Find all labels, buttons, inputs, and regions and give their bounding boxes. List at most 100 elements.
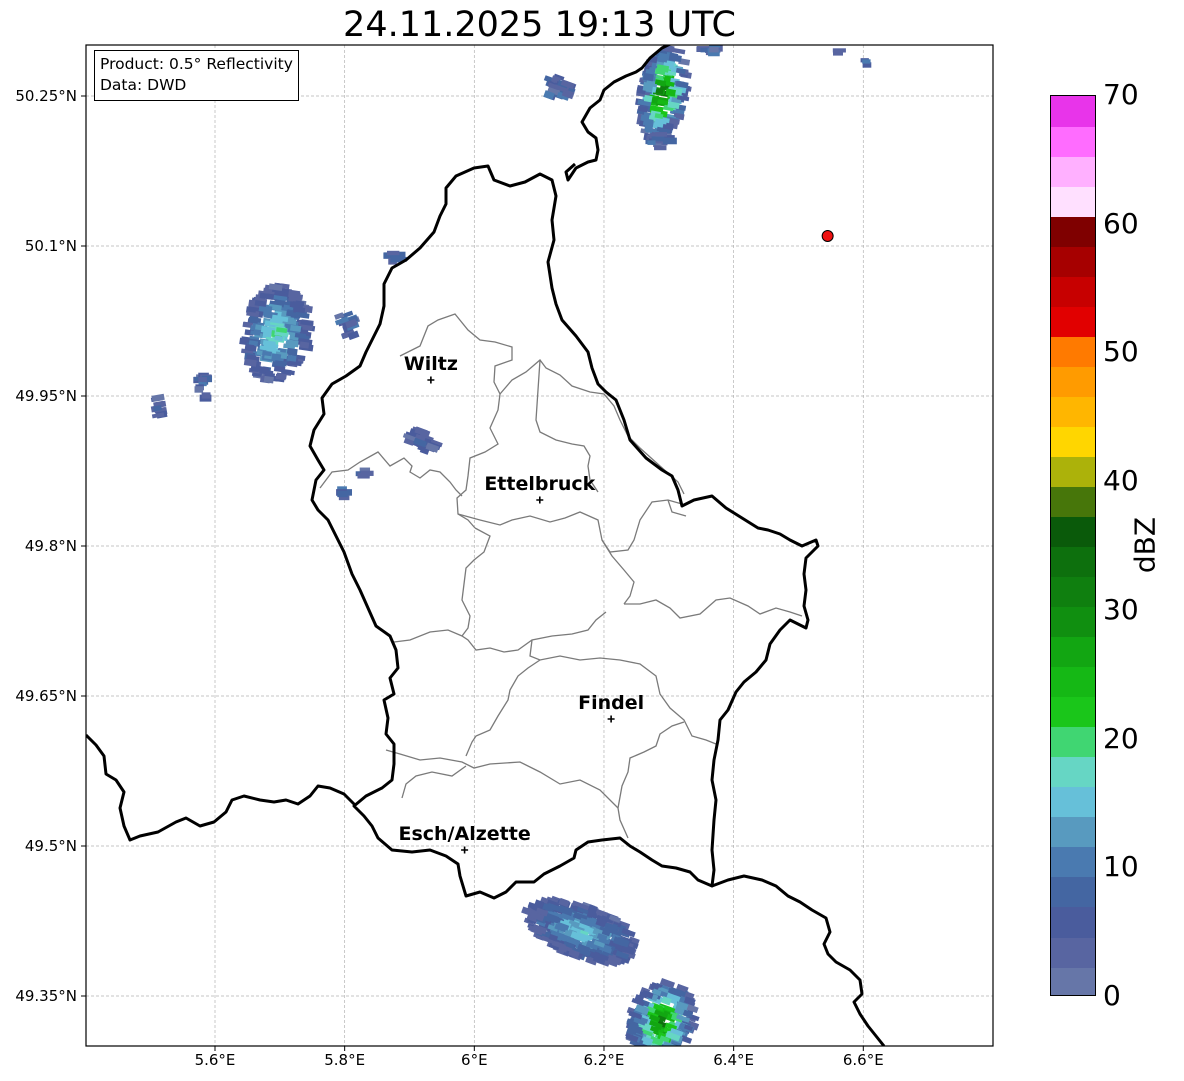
colorbar-tick-label: 30 — [1103, 592, 1139, 626]
city-label: Wiltz — [403, 353, 458, 375]
radar-pixel — [151, 393, 165, 402]
radar-pixel — [655, 132, 667, 137]
city-marker — [427, 376, 435, 384]
product-label: Product: 0.5° Reflectivity — [100, 55, 293, 73]
product-info-box: Product: 0.5° Reflectivity Data: DWD — [94, 50, 299, 101]
radar-pixel — [637, 1050, 649, 1060]
radar-cell — [239, 282, 316, 384]
lat-tick-label: 49.35°N — [15, 987, 77, 1005]
location-marker — [821, 230, 834, 242]
colorbar-band — [1051, 906, 1095, 938]
grid-lines — [86, 45, 993, 1046]
radar-pixel — [667, 1047, 682, 1057]
colorbar-band — [1051, 726, 1095, 758]
radar-cell — [635, 45, 692, 144]
lat-tick-label: 50.1°N — [24, 237, 77, 255]
radar-pixel — [709, 46, 719, 53]
colorbar-label: dBZ — [1128, 516, 1162, 574]
colorbar-band — [1051, 366, 1095, 397]
radar-pixel — [656, 1051, 667, 1060]
plot-frame — [85, 44, 994, 1047]
radar-pixel — [631, 1047, 645, 1058]
radar-pixel — [661, 1045, 677, 1046]
lat-tick-label: 49.65°N — [15, 687, 77, 705]
radar-pixel — [244, 343, 255, 352]
radar-pixel — [657, 1050, 671, 1060]
colorbar-tick-label: 0 — [1103, 979, 1121, 1012]
radar-pixel — [665, 1046, 674, 1054]
radar-pixel — [643, 1055, 654, 1064]
colorbar-band — [1051, 696, 1095, 728]
colorbar-band — [1051, 186, 1095, 217]
radar-pixel — [661, 1050, 671, 1058]
radar-pixel — [194, 386, 204, 393]
city-label: Findel — [578, 692, 645, 714]
colorbar-band — [1051, 666, 1095, 698]
colorbar-tick-label: 60 — [1103, 206, 1139, 240]
colorbar-band — [1051, 786, 1095, 818]
radar-pixel — [662, 137, 677, 145]
city-marker — [607, 715, 615, 723]
radar-pixel — [386, 250, 400, 256]
colorbar-band — [1051, 426, 1095, 457]
radar-pixel — [390, 256, 400, 263]
radar-pixel — [666, 1045, 681, 1046]
colorbar-band — [1051, 576, 1095, 608]
radar-cell — [334, 310, 361, 341]
colorbar-band — [1051, 546, 1095, 578]
radar-echoes — [150, 45, 872, 1064]
radar-pixel — [271, 353, 282, 361]
city-marker — [461, 846, 469, 854]
colorbar-band — [1051, 516, 1095, 548]
colorbar-tick-label: 20 — [1103, 721, 1139, 755]
axis-ticks — [81, 95, 864, 1051]
radar-cell — [355, 467, 374, 479]
radar-pixel — [201, 392, 211, 399]
radar-pixel — [337, 490, 348, 498]
city-label: Esch/Alzette — [398, 823, 531, 845]
colorbar-band — [1051, 876, 1095, 908]
radar-pixel — [286, 347, 298, 357]
colorbar-tick-label: 50 — [1103, 335, 1139, 369]
radar-pixel — [357, 472, 370, 479]
luxembourg-border — [308, 164, 820, 900]
dbz-colorbar — [1050, 95, 1096, 996]
radar-pixel — [198, 377, 207, 382]
germany-border-south — [711, 874, 886, 1046]
lon-tick-label: 5.8°E — [324, 1051, 366, 1069]
radar-pixel — [288, 290, 299, 298]
radar-cell — [645, 132, 677, 151]
colorbar-band — [1051, 276, 1095, 307]
radar-pixel — [666, 1048, 679, 1057]
radar-cell — [150, 393, 168, 419]
radar-cell — [521, 895, 640, 968]
colorbar-band — [1051, 756, 1095, 788]
radar-cell — [860, 58, 872, 68]
colorbar-band — [1051, 246, 1095, 277]
lon-tick-label: 6°E — [461, 1051, 488, 1069]
radar-pixel — [647, 140, 656, 145]
radar-cell — [402, 426, 443, 455]
colorbar-band — [1051, 216, 1095, 247]
radar-pixel — [655, 1054, 665, 1063]
radar-pixel — [862, 59, 871, 64]
data-source-label: Data: DWD — [100, 76, 187, 94]
radar-pixel — [634, 1050, 647, 1059]
colorbar-band — [1051, 936, 1095, 968]
radar-cell — [625, 978, 700, 1064]
radar-pixel — [659, 1050, 673, 1060]
radar-pixel — [635, 1049, 645, 1056]
france-belgium-border — [86, 733, 358, 842]
radar-pixel — [653, 1049, 665, 1058]
radar-pixel — [649, 1047, 663, 1056]
lon-tick-label: 5.6°E — [194, 1051, 236, 1069]
radar-pixel — [263, 375, 274, 384]
canton-borders — [319, 313, 803, 839]
lat-tick-label: 49.8°N — [24, 537, 77, 555]
radar-cell — [832, 48, 846, 56]
colorbar-band — [1051, 156, 1095, 187]
radar-pixel — [654, 145, 667, 151]
colorbar-band — [1051, 636, 1095, 668]
radar-pixel — [641, 1047, 651, 1056]
lon-tick-label: 6.2°E — [583, 1051, 625, 1069]
